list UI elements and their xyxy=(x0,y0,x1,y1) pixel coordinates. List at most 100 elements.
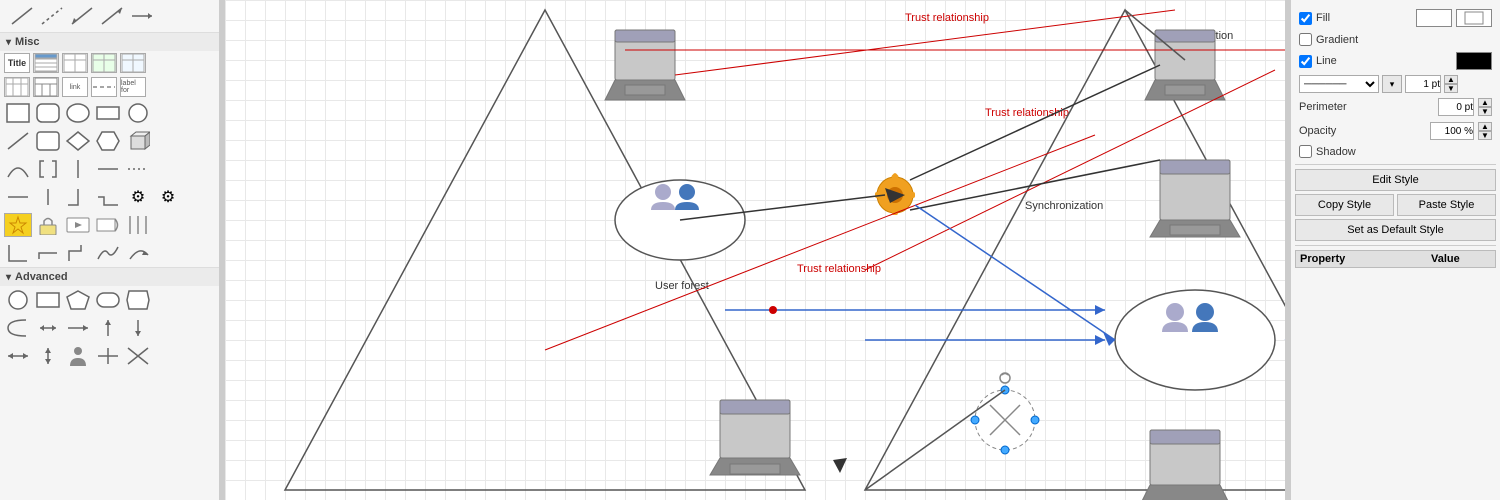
adv-shape-double-arrow[interactable] xyxy=(34,316,62,340)
shape-pipe[interactable] xyxy=(64,157,92,181)
style-preview-row2: link label for xyxy=(0,75,219,99)
line-label: Line xyxy=(1316,55,1452,67)
shape-corner[interactable] xyxy=(64,185,92,209)
shape-media-player[interactable] xyxy=(64,213,92,237)
copy-style-button[interactable]: Copy Style xyxy=(1295,194,1394,216)
shape-rounded-rect[interactable] xyxy=(34,101,62,125)
shape-3d-box[interactable] xyxy=(124,129,152,153)
adv-shape-right-arrow[interactable] xyxy=(64,316,92,340)
shape-dotted-h[interactable] xyxy=(124,157,152,181)
shape-step3[interactable] xyxy=(64,241,92,265)
shape-squiggle[interactable] xyxy=(94,241,122,265)
line-style-dropdown-btn[interactable]: ▾ xyxy=(1382,75,1402,93)
line-width-down[interactable]: ▼ xyxy=(1444,84,1458,93)
shape-gear1[interactable]: ⚙ xyxy=(124,185,152,209)
prop-table-header: Property Value xyxy=(1295,250,1496,268)
shadow-checkbox[interactable] xyxy=(1299,145,1312,158)
line-checkbox[interactable] xyxy=(1299,55,1312,68)
shape-v-line[interactable] xyxy=(34,185,62,209)
right-panel: Fill Gradient Line ────── - - - - - ▾ ▲ … xyxy=(1290,0,1500,500)
edit-style-button[interactable]: Edit Style xyxy=(1295,169,1496,191)
shape-ellipse[interactable] xyxy=(64,101,92,125)
shape-delayed[interactable] xyxy=(94,213,122,237)
line-width-up[interactable]: ▲ xyxy=(1444,75,1458,84)
shape-h-line2[interactable] xyxy=(4,185,32,209)
perimeter-row: Perimeter ▲ ▼ xyxy=(1295,95,1496,119)
style-list[interactable] xyxy=(33,53,59,73)
style-label[interactable]: link xyxy=(62,77,88,97)
shape-rounded-square[interactable] xyxy=(34,129,62,153)
perimeter-input[interactable] xyxy=(1438,98,1474,116)
shape-gear2[interactable]: ⚙ xyxy=(154,185,182,209)
adv-shape-circle[interactable] xyxy=(4,288,32,312)
fill-checkbox[interactable] xyxy=(1299,12,1312,25)
line-width-input[interactable] xyxy=(1405,75,1441,93)
style-dashes[interactable] xyxy=(91,77,117,97)
property-col-header: Property xyxy=(1300,253,1431,265)
adv-double-v-arrow[interactable] xyxy=(34,344,62,368)
adv-shape-wide-hex[interactable] xyxy=(124,288,152,312)
shape-arrow-right[interactable] xyxy=(98,4,126,28)
perimeter-down[interactable]: ▼ xyxy=(1478,107,1492,116)
shape-star[interactable] xyxy=(4,213,32,237)
advanced-row2 xyxy=(0,314,219,342)
shape-step[interactable] xyxy=(94,185,122,209)
opacity-input[interactable] xyxy=(1430,122,1474,140)
adv-shape-rounded[interactable] xyxy=(94,288,122,312)
adv-shape-up-arrow[interactable] xyxy=(94,316,122,340)
style-title[interactable]: Title xyxy=(4,53,30,73)
shape-parallel[interactable] xyxy=(124,213,152,237)
adv-plus[interactable] xyxy=(94,344,122,368)
adv-double-h-arrow[interactable] xyxy=(4,344,32,368)
opacity-down[interactable]: ▼ xyxy=(1478,131,1492,140)
style-table1[interactable] xyxy=(62,53,88,73)
fill-style-icon xyxy=(1464,11,1484,25)
style-table2[interactable] xyxy=(91,53,117,73)
shape-wide-rect[interactable] xyxy=(94,101,122,125)
adv-shape-rect[interactable] xyxy=(34,288,62,312)
adv-shape-pentagon[interactable] xyxy=(64,288,92,312)
set-default-style-button[interactable]: Set as Default Style xyxy=(1295,219,1496,241)
shape-dashed-line[interactable] xyxy=(38,4,66,28)
style-table3[interactable] xyxy=(120,53,146,73)
adv-person[interactable] xyxy=(64,344,92,368)
canvas-svg xyxy=(225,0,1285,500)
gradient-checkbox[interactable] xyxy=(1299,33,1312,46)
opacity-up[interactable]: ▲ xyxy=(1478,122,1492,131)
shape-arrow-left[interactable] xyxy=(68,4,96,28)
paste-style-button[interactable]: Paste Style xyxy=(1397,194,1496,216)
shape-step2[interactable] xyxy=(34,241,62,265)
gradient-row: Gradient xyxy=(1295,30,1496,49)
line-style-select[interactable]: ────── - - - - - xyxy=(1299,75,1379,93)
shape-hexagon[interactable] xyxy=(94,129,122,153)
top-shapes-row xyxy=(0,0,219,32)
shape-h-line[interactable] xyxy=(94,157,122,181)
shape-curved-arrow[interactable] xyxy=(124,241,152,265)
style-label-for[interactable]: label for xyxy=(120,77,146,97)
adv-shape-c[interactable] xyxy=(4,316,32,340)
shape-l-shape[interactable] xyxy=(4,241,32,265)
line-color-box[interactable] xyxy=(1456,52,1492,70)
adv-cross[interactable] xyxy=(124,344,152,368)
shape-diagonal[interactable] xyxy=(4,129,32,153)
advanced-row1 xyxy=(0,286,219,314)
shape-long-arrow[interactable] xyxy=(128,4,156,28)
shape-bracket[interactable] xyxy=(34,157,62,181)
shape-rect[interactable] xyxy=(4,101,32,125)
adv-shape-down-arrow[interactable] xyxy=(124,316,152,340)
opacity-label: Opacity xyxy=(1299,125,1426,137)
canvas[interactable]: Trust relationship Synchronization Trust… xyxy=(225,0,1285,500)
advanced-section-header[interactable]: Advanced xyxy=(0,267,219,286)
shape-arc[interactable] xyxy=(4,157,32,181)
perimeter-up[interactable]: ▲ xyxy=(1478,98,1492,107)
style-plain-table2[interactable] xyxy=(33,77,59,97)
misc-section-header[interactable]: Misc xyxy=(0,32,219,51)
shape-diamond[interactable] xyxy=(64,129,92,153)
line-style-row: ────── - - - - - ▾ ▲ ▼ xyxy=(1295,73,1496,95)
fill-color-box[interactable] xyxy=(1416,9,1452,27)
shape-diagonal-line[interactable] xyxy=(8,4,36,28)
advanced-row3 xyxy=(0,342,219,370)
shape-lock[interactable] xyxy=(34,213,62,237)
shape-circle[interactable] xyxy=(124,101,152,125)
style-plain-table1[interactable] xyxy=(4,77,30,97)
